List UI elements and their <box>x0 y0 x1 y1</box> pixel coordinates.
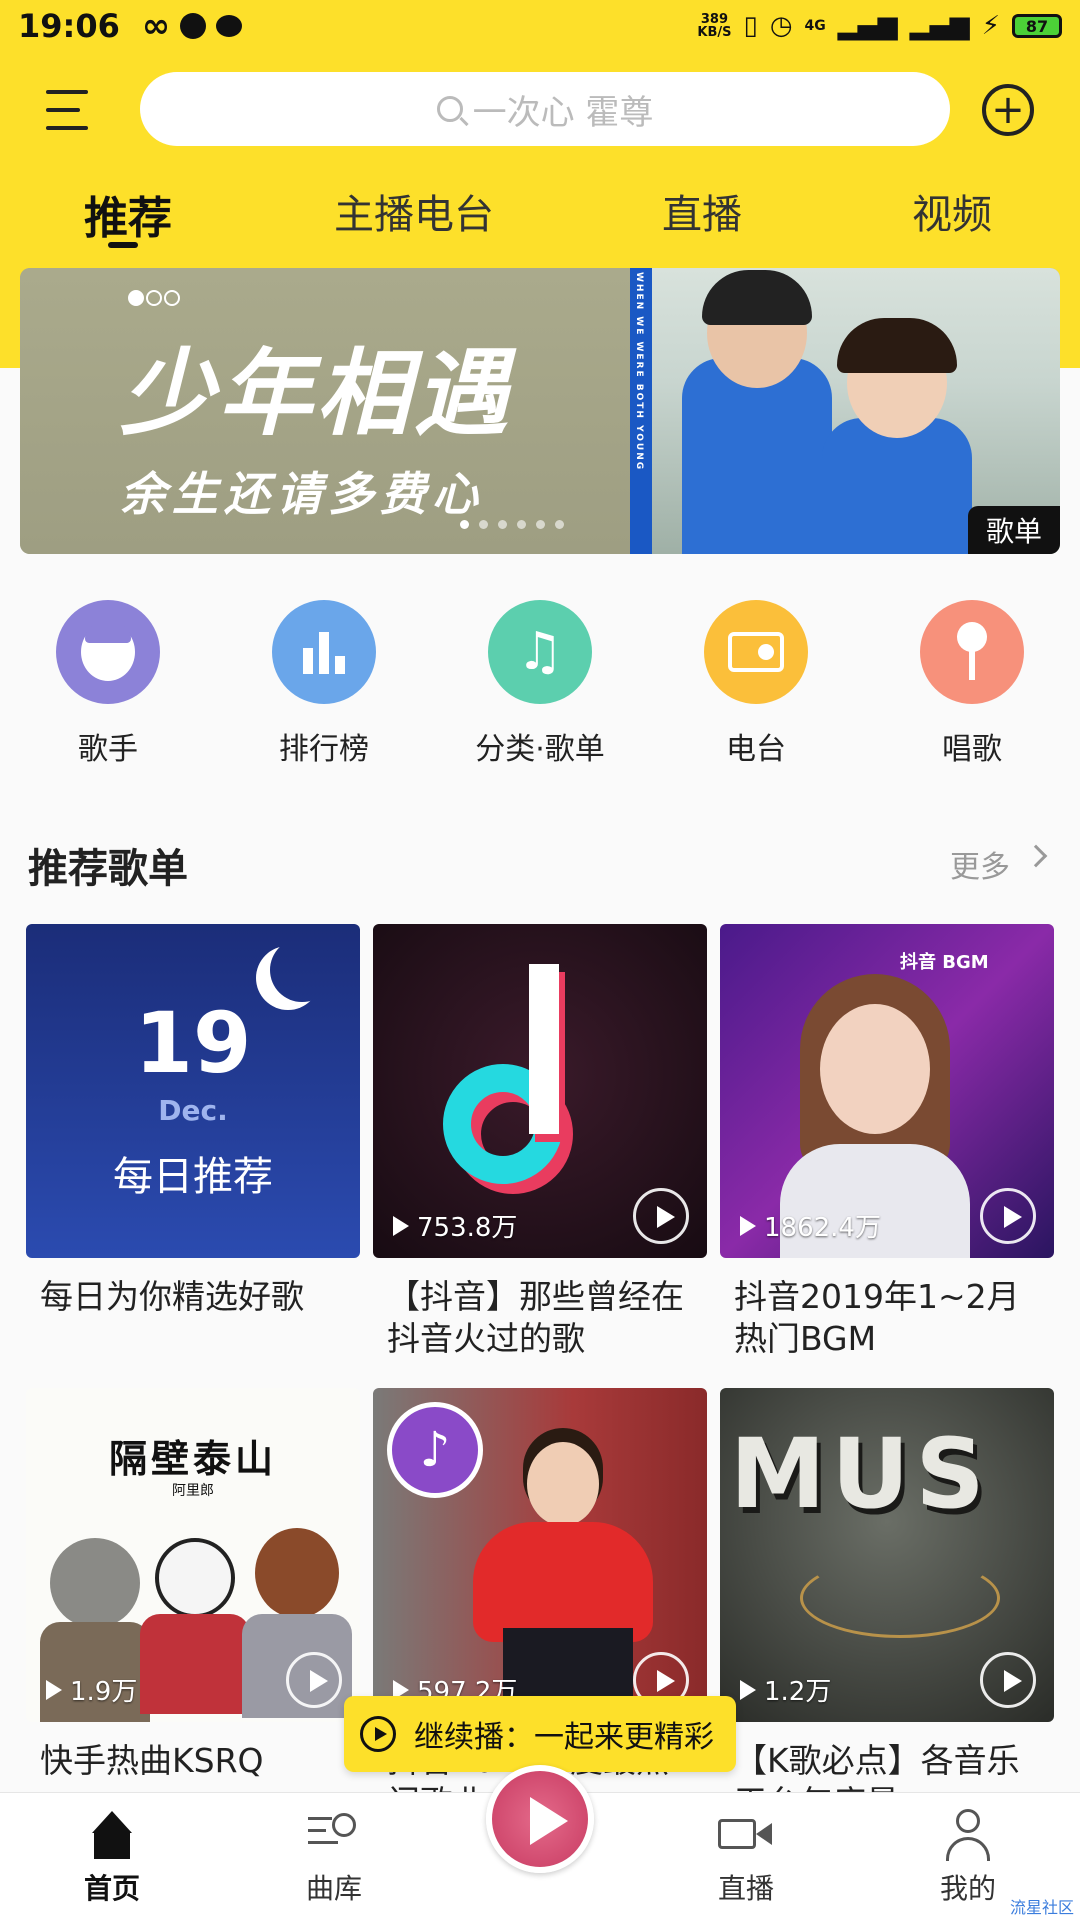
chat-bubble-icon <box>216 15 243 37</box>
playlist-card[interactable]: 753.8万 【抖音】那些曾经在抖音火过的歌 <box>373 924 707 1360</box>
bottom-nav: 首页 曲库 直播 我的 流星社区 <box>0 1765 1080 1920</box>
daily-month: Dec. <box>158 1094 228 1127</box>
watermark: 流星社区 <box>1009 1898 1074 1917</box>
playlist-cover: 753.8万 <box>373 924 707 1258</box>
charging-icon: ⚡ <box>981 11 1000 41</box>
search-icon <box>436 96 463 122</box>
add-icon[interactable]: + <box>982 84 1034 136</box>
vibrate-icon: ▯ <box>743 11 758 41</box>
playlist-cover: 抖音 BGM 1862.4万 <box>720 924 1054 1258</box>
play-circle-icon <box>360 1716 396 1752</box>
tab-recommend[interactable]: 推荐 <box>84 182 172 246</box>
signal-icon: ▂▄▆ <box>837 11 898 41</box>
status-time: 19:06 <box>18 7 120 45</box>
library-icon <box>306 1807 362 1863</box>
play-button[interactable] <box>286 1652 342 1708</box>
play-count-icon <box>740 1215 756 1236</box>
cover-panda <box>140 1538 250 1722</box>
cover-subtitle: 阿里郎 <box>172 1483 214 1499</box>
app-notification-icon <box>180 13 207 39</box>
network-speed: 389 KB/S <box>697 12 732 40</box>
playlist-icon: ♫ <box>488 600 592 704</box>
quick-link-radio[interactable]: 电台 <box>676 600 836 768</box>
top-tabs: 推荐 主播电台 直播 视频 <box>0 182 1080 262</box>
moon-icon <box>270 938 334 1002</box>
playlist-card[interactable]: MUS 1.2万 【K歌必点】各音乐平台年度最 <box>720 1388 1054 1824</box>
play-count: 1.9万 <box>46 1671 137 1708</box>
play-count: 753.8万 <box>393 1207 517 1244</box>
alarm-icon: ◷ <box>769 11 793 41</box>
nav-profile[interactable]: 我的 <box>898 1807 1038 1907</box>
battery-indicator: 87 <box>1012 14 1062 38</box>
chevron-right-icon[interactable] <box>1024 844 1048 868</box>
play-count-icon <box>740 1679 756 1700</box>
home-icon <box>84 1807 140 1863</box>
play-button[interactable] <box>633 1188 689 1244</box>
menu-icon[interactable] <box>46 90 88 130</box>
live-video-icon <box>718 1807 774 1863</box>
banner-tag: 歌单 <box>967 506 1060 554</box>
playlist-title: 每日为你精选好歌 <box>40 1277 304 1316</box>
banner-carousel[interactable]: 少年相遇 余生还请多费心 WHEN WE WERE BOTH YOUNG 歌单 <box>20 268 1060 554</box>
banner-side-text: WHEN WE WERE BOTH YOUNG <box>634 272 644 472</box>
cover-badge: 抖音 BGM <box>900 952 989 973</box>
play-count: 1.2万 <box>740 1671 831 1708</box>
signal-label: 4G <box>804 18 826 34</box>
playlist-card[interactable]: 隔壁泰山 阿里郎 1.9万 快手热曲KSRQ <box>26 1388 360 1782</box>
banner-subtitle: 余生还请多费心 <box>120 467 484 521</box>
profile-icon <box>940 1807 996 1863</box>
cover-text: MUS <box>730 1418 991 1530</box>
cover-title: 隔壁泰山 <box>108 1437 277 1481</box>
section-title: 推荐歌单 <box>28 846 188 892</box>
tiktok-logo-icon <box>443 964 643 1204</box>
daily-label: 每日推荐 <box>113 1154 273 1200</box>
singer-icon <box>56 600 160 704</box>
play-count-icon <box>393 1215 409 1236</box>
continue-play-toast[interactable]: 继续播：一起来更精彩 <box>344 1696 736 1772</box>
tab-live[interactable]: 直播 <box>662 182 742 240</box>
nav-library[interactable]: 曲库 <box>264 1807 404 1907</box>
active-tab-indicator <box>108 242 138 248</box>
status-bar: 19:06 ∞ 389 KB/S ▯ ◷ 4G ▂▄▆ ▂▄▆ ⚡ 87 <box>0 0 1080 52</box>
playlist-cover: 隔壁泰山 阿里郎 1.9万 <box>26 1388 360 1722</box>
nav-home[interactable]: 首页 <box>42 1807 182 1907</box>
banner-side-stripe: WHEN WE WERE BOTH YOUNG <box>630 268 652 554</box>
quick-link-singer[interactable]: 歌手 <box>28 600 188 768</box>
playlist-cover: MUS 1.2万 <box>720 1388 1054 1722</box>
more-link[interactable]: 更多 <box>950 842 1010 886</box>
radio-icon <box>704 600 808 704</box>
quick-link-karaoke[interactable]: 唱歌 <box>892 600 1052 768</box>
cover-cable <box>800 1558 1000 1638</box>
continue-play-text: 继续播：一起来更精彩 <box>414 1720 714 1755</box>
nav-live[interactable]: 直播 <box>676 1807 816 1907</box>
infinity-icon: ∞ <box>141 6 171 46</box>
play-disc-icon[interactable] <box>486 1765 594 1873</box>
playlist-title: 快手热曲KSRQ <box>40 1741 264 1780</box>
playlist-title: 【抖音】那些曾经在抖音火过的歌 <box>387 1277 684 1358</box>
tab-anchor-radio[interactable]: 主播电台 <box>334 182 494 240</box>
tab-video[interactable]: 视频 <box>912 182 992 240</box>
play-button[interactable] <box>980 1652 1036 1708</box>
playlist-cover: ♪ 597.2万 <box>373 1388 707 1722</box>
play-count-icon <box>46 1679 62 1700</box>
search-placeholder: 一次心 霍尊 <box>472 92 654 133</box>
quick-link-category-playlist[interactable]: ♫ 分类·歌单 <box>460 600 620 768</box>
play-count: 1862.4万 <box>740 1207 881 1244</box>
quick-link-charts[interactable]: 排行榜 <box>244 600 404 768</box>
playlist-title: 抖音2019年1~2月热门BGM <box>734 1277 1020 1358</box>
chart-icon <box>272 600 376 704</box>
banner-logo-dots <box>128 290 180 306</box>
play-button[interactable] <box>980 1188 1036 1244</box>
playlist-card[interactable]: 19 Dec. 每日推荐 每日为你精选好歌 <box>26 924 360 1318</box>
playlist-card[interactable]: 抖音 BGM 1862.4万 抖音2019年1~2月热门BGM <box>720 924 1054 1360</box>
daily-date: 19 <box>134 994 252 1092</box>
microphone-icon <box>920 600 1024 704</box>
search-bar[interactable]: 一次心 霍尊 <box>140 72 950 146</box>
banner-title: 少年相遇 <box>120 340 513 449</box>
signal-icon-2: ▂▄▆ <box>909 11 970 41</box>
quick-links: 歌手 排行榜 ♫ 分类·歌单 电台 唱歌 <box>0 600 1080 780</box>
carousel-indicator <box>460 520 564 529</box>
playlist-cover: 19 Dec. 每日推荐 <box>26 924 360 1258</box>
